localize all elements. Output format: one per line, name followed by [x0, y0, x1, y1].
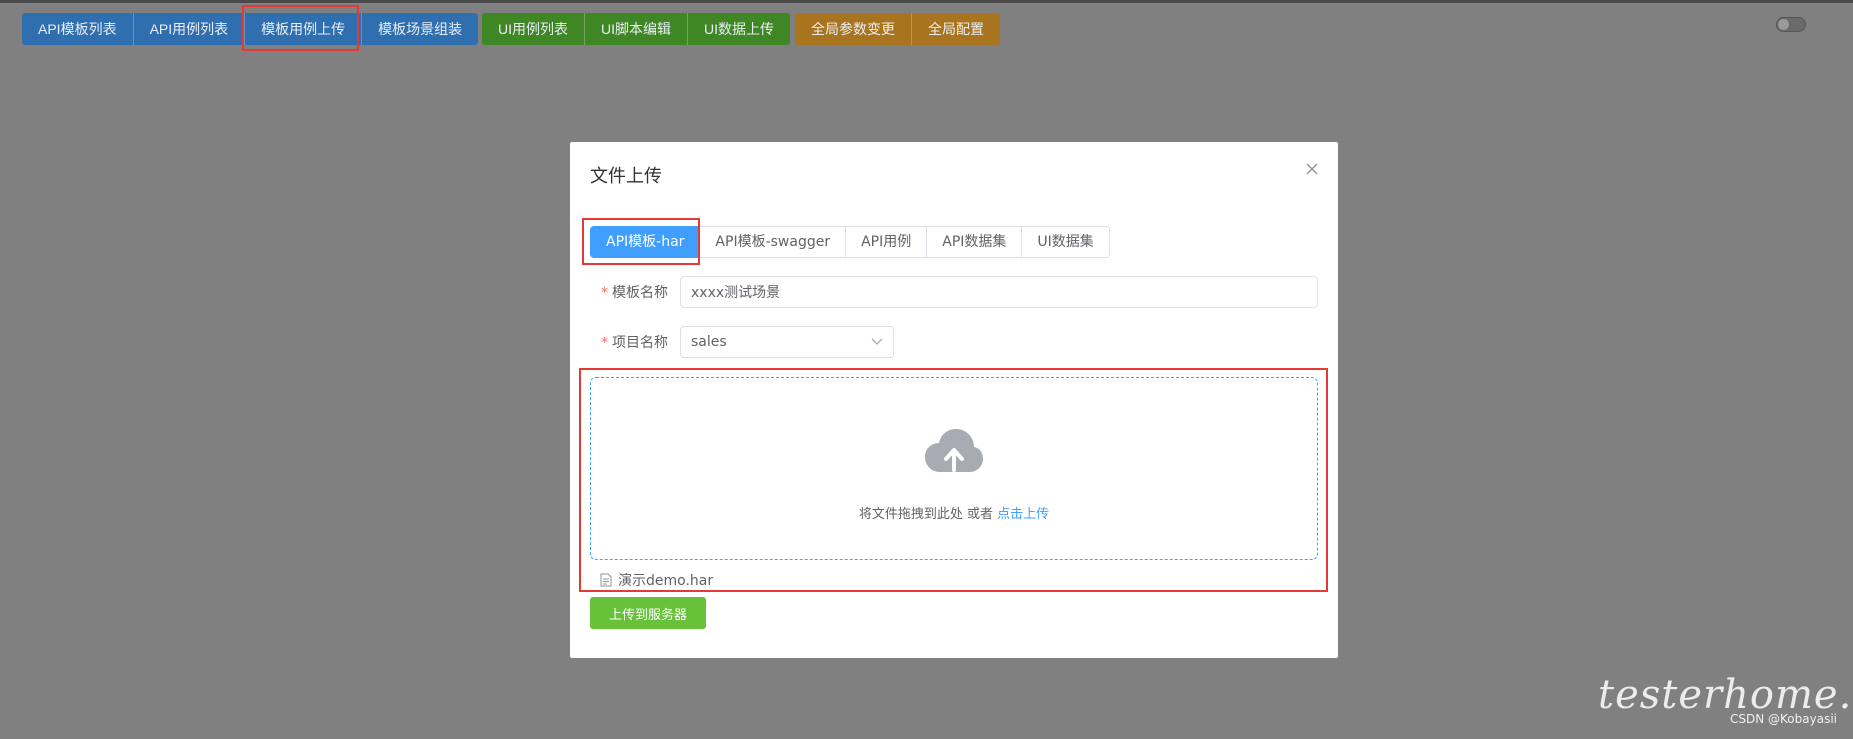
- dialog-title: 文件上传: [590, 166, 662, 187]
- tab-ui-dataset[interactable]: UI数据集: [1022, 226, 1110, 258]
- template-name-label: * 模板名称: [601, 285, 668, 301]
- credit-text: CSDN @Kobayasii: [1730, 712, 1837, 726]
- file-upload-dialog: 文件上传 API模板-har API模板-swagger API用例 API数据…: [570, 142, 1338, 658]
- chevron-down-icon: [871, 327, 883, 368]
- tab-api-template-har[interactable]: API模板-har: [590, 226, 701, 258]
- toggle-knob: [1778, 19, 1789, 30]
- tab-api-template-swagger[interactable]: API模板-swagger: [700, 226, 847, 258]
- cloud-upload-icon: [924, 428, 984, 474]
- project-name-select[interactable]: sales: [680, 326, 894, 358]
- uploaded-file-item[interactable]: 演示demo.har: [600, 570, 713, 590]
- file-name: 演示demo.har: [618, 573, 714, 589]
- tab-api-dataset[interactable]: API数据集: [927, 226, 1023, 258]
- tab-ui-data-upload[interactable]: UI数据上传: [688, 13, 790, 45]
- toolbar-api-group: API模板列表 API用例列表 模板用例上传 模板场景组装: [22, 13, 479, 45]
- tab-api-case[interactable]: API用例: [846, 226, 928, 258]
- tab-template-case-upload[interactable]: 模板用例上传: [245, 13, 363, 45]
- project-name-label: * 项目名称: [601, 335, 668, 351]
- project-name-value: sales: [691, 334, 727, 350]
- close-icon[interactable]: [1304, 162, 1320, 178]
- tab-ui-case-list[interactable]: UI用例列表: [482, 13, 585, 45]
- upload-drop-zone[interactable]: 将文件拖拽到此处 或者 点击上传: [590, 377, 1318, 560]
- theme-toggle-switch[interactable]: [1776, 17, 1806, 32]
- tab-api-template-list[interactable]: API模板列表: [22, 13, 134, 45]
- tab-template-scene-assembly[interactable]: 模板场景组装: [362, 13, 479, 45]
- template-name-input[interactable]: [680, 276, 1318, 308]
- document-icon: [600, 573, 612, 587]
- toolbar-global-group: 全局参数变更 全局配置: [795, 13, 1000, 45]
- upload-hint-text: 将文件拖拽到此处 或者 点击上传: [591, 503, 1317, 522]
- tab-ui-script-edit[interactable]: UI脚本编辑: [585, 13, 688, 45]
- window-top-border: [0, 0, 1853, 3]
- toolbar-ui-group: UI用例列表 UI脚本编辑 UI数据上传: [482, 13, 790, 45]
- tab-api-case-list[interactable]: API用例列表: [133, 13, 246, 45]
- click-upload-link[interactable]: 点击上传: [997, 507, 1049, 522]
- upload-type-tabs: API模板-har API模板-swagger API用例 API数据集 UI数…: [590, 226, 1110, 258]
- upload-hint: 将文件拖拽到此处 或者: [858, 507, 994, 522]
- upload-to-server-button[interactable]: 上传到服务器: [590, 597, 706, 629]
- tab-global-params-change[interactable]: 全局参数变更: [795, 13, 912, 45]
- project-name-row: * 项目名称 sales: [590, 326, 894, 358]
- tab-global-config[interactable]: 全局配置: [912, 13, 1000, 45]
- template-name-row: * 模板名称: [590, 276, 1318, 308]
